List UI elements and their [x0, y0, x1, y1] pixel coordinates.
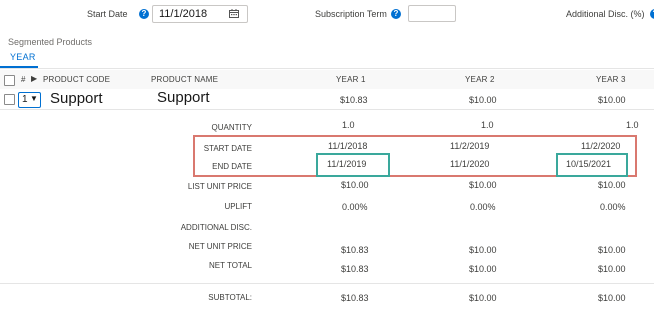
subscription-term-field[interactable]: [408, 5, 456, 22]
chevron-down-icon: ▼: [30, 94, 38, 103]
detail-net-unit-price-y2: $10.00: [469, 245, 497, 255]
detail-uplift-y1: 0.00%: [342, 202, 368, 212]
detail-label-quantity: QUANTITY: [211, 123, 252, 132]
start-date-label: Start Date: [87, 9, 128, 19]
header-year-1: YEAR 1: [336, 75, 366, 84]
subtotal-y3: $10.00: [598, 293, 626, 303]
detail-net-total-y1: $10.83: [341, 264, 369, 274]
product-code: Support: [50, 90, 103, 107]
detail-net-total-y3: $10.00: [598, 264, 626, 274]
subtotal-y2: $10.00: [469, 293, 497, 303]
detail-label-additional-disc: ADDITIONAL DISC.: [180, 223, 252, 232]
row-number-select[interactable]: 1 ▼: [18, 92, 41, 108]
tab-year[interactable]: YEAR: [10, 52, 36, 62]
product-name: Support: [157, 89, 210, 106]
detail-list-unit-price-y3: $10.00: [598, 180, 626, 190]
row-number: 1: [22, 94, 28, 105]
calendar-icon[interactable]: [229, 9, 239, 18]
header-year-3: YEAR 3: [596, 75, 626, 84]
detail-label-net-total: NET TOTAL: [209, 261, 252, 270]
detail-net-unit-price-y1: $10.83: [341, 245, 369, 255]
header-hash: #: [21, 75, 26, 84]
subtotal-y1: $10.83: [341, 293, 369, 303]
subtotal-divider: [0, 283, 654, 284]
subscription-term-label: Subscription Term: [315, 9, 387, 19]
help-icon[interactable]: ?: [139, 9, 149, 19]
row-year-2: $10.00: [469, 95, 497, 105]
start-date-field[interactable]: 11/1/2018: [152, 5, 248, 23]
end-date-y3-highlight: [556, 153, 628, 177]
detail-label-list-unit-price: LIST UNIT PRICE: [187, 182, 252, 191]
header-product-code[interactable]: PRODUCT CODE: [43, 75, 110, 84]
segmented-products-title: Segmented Products: [8, 37, 93, 47]
detail-net-total-y2: $10.00: [469, 264, 497, 274]
detail-quantity-y3: 1.0: [626, 120, 639, 130]
detail-net-unit-price-y3: $10.00: [598, 245, 626, 255]
header-product-name[interactable]: PRODUCT NAME: [151, 75, 218, 84]
select-all-checkbox[interactable]: [4, 75, 15, 86]
detail-list-unit-price-y1: $10.00: [341, 180, 369, 190]
detail-uplift-y3: 0.00%: [600, 202, 626, 212]
detail-list-unit-price-y2: $10.00: [469, 180, 497, 190]
detail-uplift-y2: 0.00%: [470, 202, 496, 212]
row-year-3: $10.00: [598, 95, 626, 105]
detail-label-uplift: UPLIFT: [224, 202, 252, 211]
detail-quantity-y2: 1.0: [481, 120, 494, 130]
end-date-y1-highlight: [316, 153, 390, 177]
help-icon[interactable]: ?: [391, 9, 401, 19]
tab-divider: [0, 68, 654, 69]
expand-arrow-icon[interactable]: ▶: [31, 74, 37, 83]
start-date-value: 11/1/2018: [159, 8, 208, 20]
help-icon[interactable]: ?: [650, 9, 654, 19]
row-checkbox[interactable]: [4, 94, 15, 105]
detail-label-net-unit-price: NET UNIT PRICE: [188, 242, 252, 251]
additional-disc-label: Additional Disc. (%): [566, 9, 645, 19]
row-year-1: $10.83: [340, 95, 368, 105]
subtotal-label: SUBTOTAL:: [208, 293, 252, 302]
header-year-2: YEAR 2: [465, 75, 495, 84]
row-divider: [0, 109, 654, 110]
detail-quantity-y1: 1.0: [342, 120, 355, 130]
